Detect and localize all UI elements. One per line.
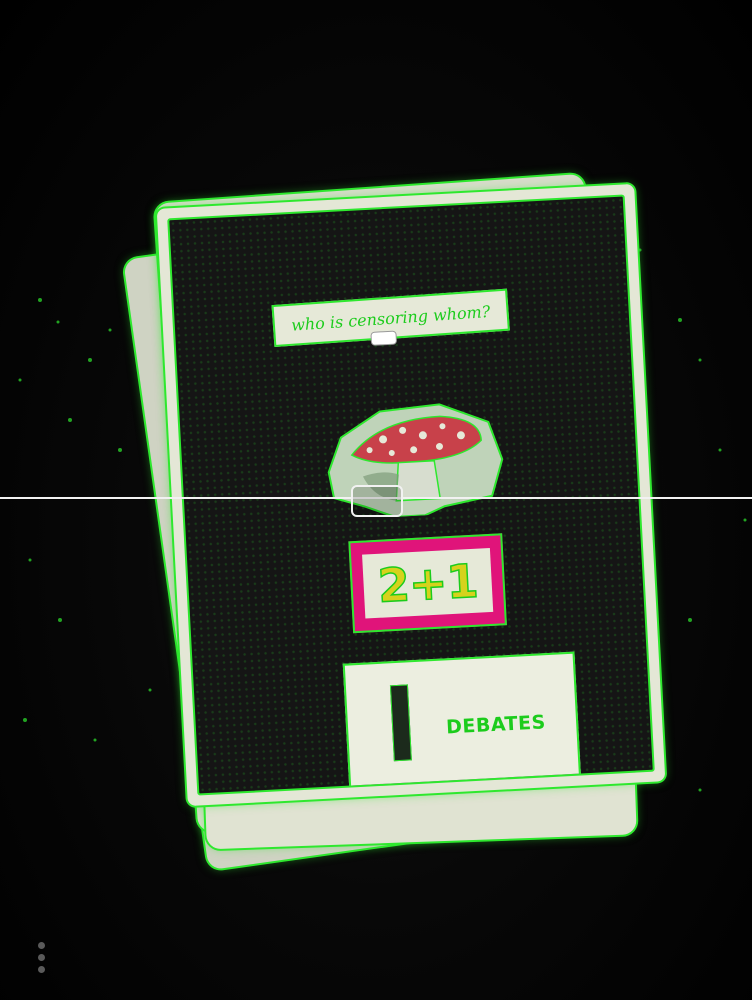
focus-bracket-icon[interactable] (351, 485, 403, 517)
card-face: who is censoring whom? 2+1 DEBATES (167, 194, 655, 796)
dot (38, 942, 45, 949)
debate-label: DEBATES (445, 711, 547, 739)
mushroom-image (327, 403, 504, 518)
question-text: who is censoring whom? (290, 301, 491, 335)
debate-label-box: DEBATES (342, 651, 582, 790)
number-inner-panel: 2+1 (362, 547, 494, 619)
number-box: 2+1 (348, 533, 507, 634)
number-text: 2+1 (376, 553, 480, 614)
paper-tab (370, 330, 398, 346)
dot (38, 966, 45, 973)
camera-viewport[interactable]: who is censoring whom? 2+1 DEBATES (0, 0, 752, 1000)
dot (38, 954, 45, 961)
bar-mark (389, 684, 412, 762)
front-card: who is censoring whom? 2+1 DEBATES (156, 183, 666, 807)
vertical-dots-icon[interactable] (36, 942, 48, 978)
